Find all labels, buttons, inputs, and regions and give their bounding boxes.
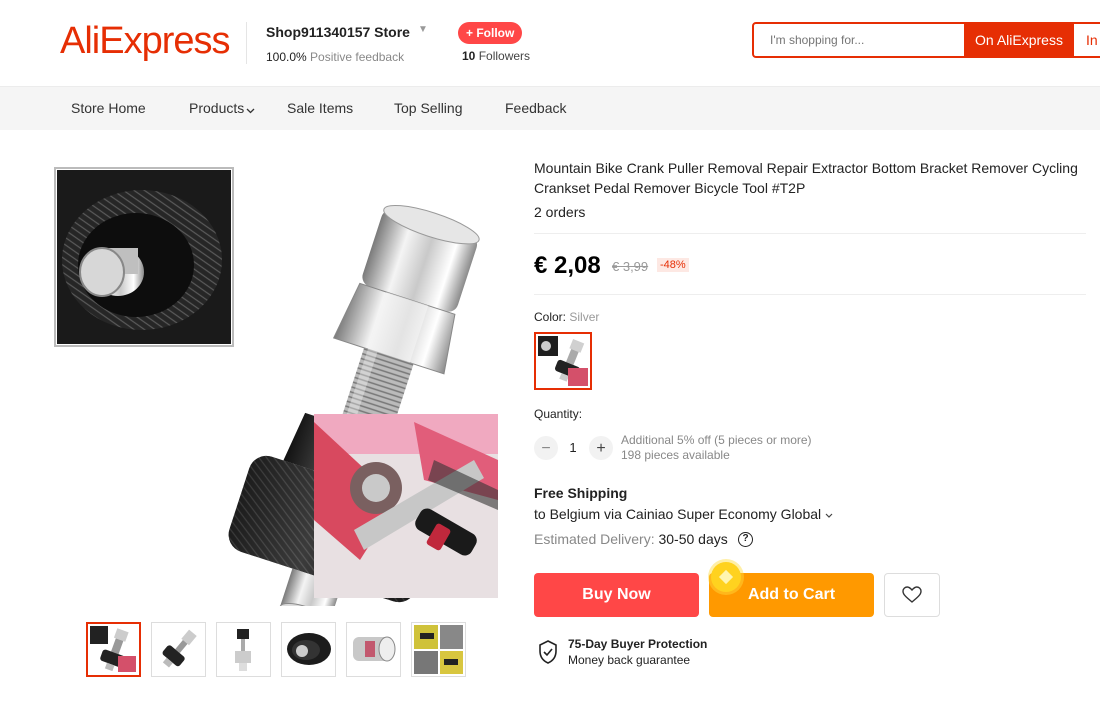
chevron-down-icon[interactable]: ▼: [418, 24, 428, 35]
buyer-protection-subtitle: Money back guarantee: [568, 653, 691, 667]
help-icon[interactable]: ?: [738, 532, 753, 547]
estimated-delivery: Estimated Delivery: 30-50 days: [534, 531, 728, 547]
thumbnail-3[interactable]: [216, 622, 271, 677]
shield-check-icon: [539, 640, 557, 664]
search-aliexpress-button[interactable]: On AliExpress: [964, 22, 1074, 58]
store-name[interactable]: Shop911340157 Store: [266, 24, 410, 40]
shipping-method[interactable]: to Belgium via Cainiao Super Economy Glo…: [534, 506, 833, 522]
quantity-decrease-button[interactable]: −: [534, 436, 558, 460]
thumbnail-2[interactable]: [151, 622, 206, 677]
feedback-percent: 100.0%: [266, 50, 307, 64]
color-label: Color: Silver: [534, 310, 599, 324]
nav-top-selling[interactable]: Top Selling: [394, 100, 463, 116]
delivery-value: 30-50 days: [658, 531, 728, 547]
nav-feedback[interactable]: Feedback: [505, 100, 566, 116]
buyer-protection-title: 75-Day Buyer Protection: [568, 637, 708, 651]
product-title: Mountain Bike Crank Puller Removal Repai…: [534, 160, 1078, 196]
shipping-method-text: to Belgium via Cainiao Super Economy Glo…: [534, 506, 822, 522]
quantity-label: Quantity:: [534, 407, 583, 421]
heart-icon: [902, 586, 922, 603]
color-value: Silver: [569, 310, 600, 324]
thumbnail-1[interactable]: [86, 622, 141, 677]
store-feedback: 100.0% Positive feedback: [266, 50, 404, 64]
quantity-increase-button[interactable]: +: [589, 436, 613, 460]
followers-number: 10: [462, 49, 476, 63]
chevron-down-icon: [825, 513, 833, 518]
thumbnail-5[interactable]: [346, 622, 401, 677]
orders-count: 2 orders: [534, 204, 586, 220]
product-main-image[interactable]: [54, 160, 500, 606]
nav-store-home[interactable]: Store Home: [71, 100, 146, 116]
delivery-label: Estimated Delivery:: [534, 531, 655, 547]
divider: [534, 233, 1086, 234]
quantity-note: Additional 5% off (5 pieces or more) 198 …: [621, 433, 812, 463]
wishlist-button[interactable]: [884, 573, 940, 617]
color-label-text: Color:: [534, 310, 567, 324]
thumbnail-4[interactable]: [281, 622, 336, 677]
coin-icon: [711, 562, 741, 592]
inset-closeup-image: [54, 167, 234, 347]
shipping-title: Free Shipping: [534, 485, 628, 501]
nav-products[interactable]: Products: [189, 100, 255, 116]
current-price: € 2,08: [534, 252, 601, 279]
follow-button[interactable]: + Follow: [458, 22, 523, 44]
original-price: € 3,99: [612, 259, 649, 274]
inset-bike-photo: [314, 414, 498, 598]
aliexpress-logo[interactable]: AliExpress: [60, 20, 230, 63]
chevron-down-icon: [246, 108, 255, 114]
search-in-store-button[interactable]: In: [1076, 22, 1100, 58]
divider: [534, 294, 1086, 295]
bulk-discount-note: Additional 5% off (5 pieces or more): [621, 433, 812, 447]
feedback-label: Positive feedback: [310, 50, 405, 64]
discount-badge: -48%: [657, 258, 689, 272]
stock-available: 198 pieces available: [621, 448, 730, 462]
quantity-value[interactable]: 1: [566, 440, 580, 455]
search-box: On AliExpress In: [752, 22, 1100, 58]
buy-now-button[interactable]: Buy Now: [534, 573, 699, 617]
nav-products-label: Products: [189, 100, 245, 116]
color-option-silver[interactable]: [534, 332, 592, 390]
header-divider: [246, 22, 247, 64]
nav-sale-items[interactable]: Sale Items: [287, 100, 353, 116]
store-nav: Store Home Products Sale Items Top Selli…: [0, 86, 1100, 130]
store-header: AliExpress Shop911340157 Store ▼ 100.0% …: [0, 0, 1100, 86]
thumbnail-6[interactable]: [411, 622, 466, 677]
followers-count: 10 Followers: [462, 49, 530, 63]
search-input[interactable]: [754, 24, 962, 56]
followers-label: Followers: [478, 49, 531, 63]
